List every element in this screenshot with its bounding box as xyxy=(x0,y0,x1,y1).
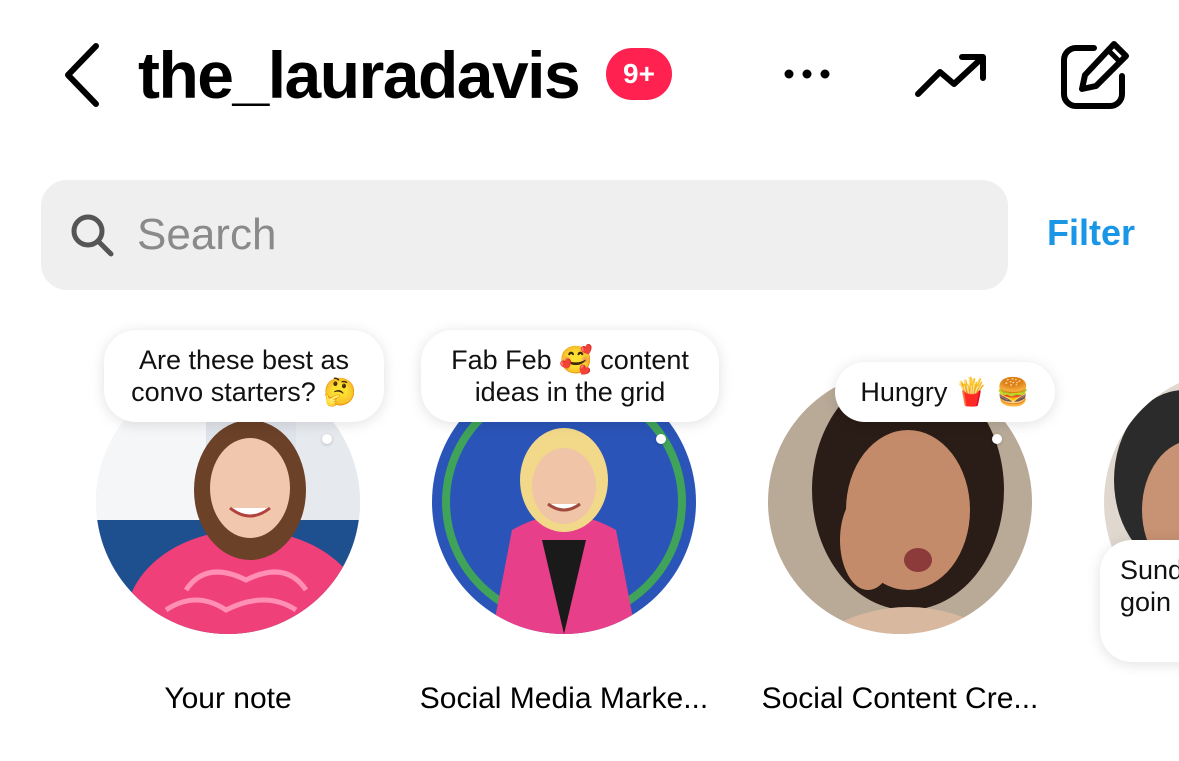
note-tail-dot xyxy=(992,434,1002,444)
note-text-line: goin xyxy=(1120,587,1172,617)
filter-button[interactable]: Filter xyxy=(1047,212,1135,254)
note-text-line: Sund xyxy=(1120,555,1179,585)
back-button[interactable] xyxy=(58,40,108,110)
search-icon xyxy=(71,214,114,257)
chevron-left-icon xyxy=(65,43,99,107)
note-label: Social Media Marke... xyxy=(419,682,709,715)
note-bubble[interactable]: Sund goin xyxy=(1100,540,1179,662)
account-username[interactable]: the_lauradavis xyxy=(138,38,581,112)
note-text-line: ideas in the grid xyxy=(474,377,666,407)
note-text-line: Hungry 🍟 🍔 xyxy=(860,377,1030,407)
note-text-line: Fab Feb 🥰 content xyxy=(451,345,689,375)
messages-screen: the_lauradavis 9+ Filter xyxy=(0,0,1179,761)
note-tail-dot xyxy=(322,434,332,444)
note-text-line: convo starters? 🤔 xyxy=(131,377,357,407)
unread-badge: 9+ xyxy=(606,48,672,100)
search-bar[interactable] xyxy=(41,180,1008,290)
compose-icon xyxy=(1061,41,1129,109)
note-bubble[interactable]: Fab Feb 🥰 content ideas in the grid xyxy=(421,330,719,422)
note-text-line: Are these best as xyxy=(138,345,350,375)
more-options-button[interactable] xyxy=(780,60,834,88)
more-icon xyxy=(784,69,830,79)
note-label: Your note xyxy=(164,682,292,715)
note-bubble[interactable]: Hungry 🍟 🍔 xyxy=(835,362,1055,422)
note-bubble[interactable]: Are these best as convo starters? 🤔 xyxy=(104,330,384,422)
search-input[interactable] xyxy=(137,198,977,272)
insights-button[interactable] xyxy=(912,48,990,104)
new-message-button[interactable] xyxy=(1056,38,1132,110)
note-label: Social Content Cre... xyxy=(761,682,1039,715)
note-tail-dot xyxy=(656,434,666,444)
trending-icon xyxy=(915,54,986,97)
